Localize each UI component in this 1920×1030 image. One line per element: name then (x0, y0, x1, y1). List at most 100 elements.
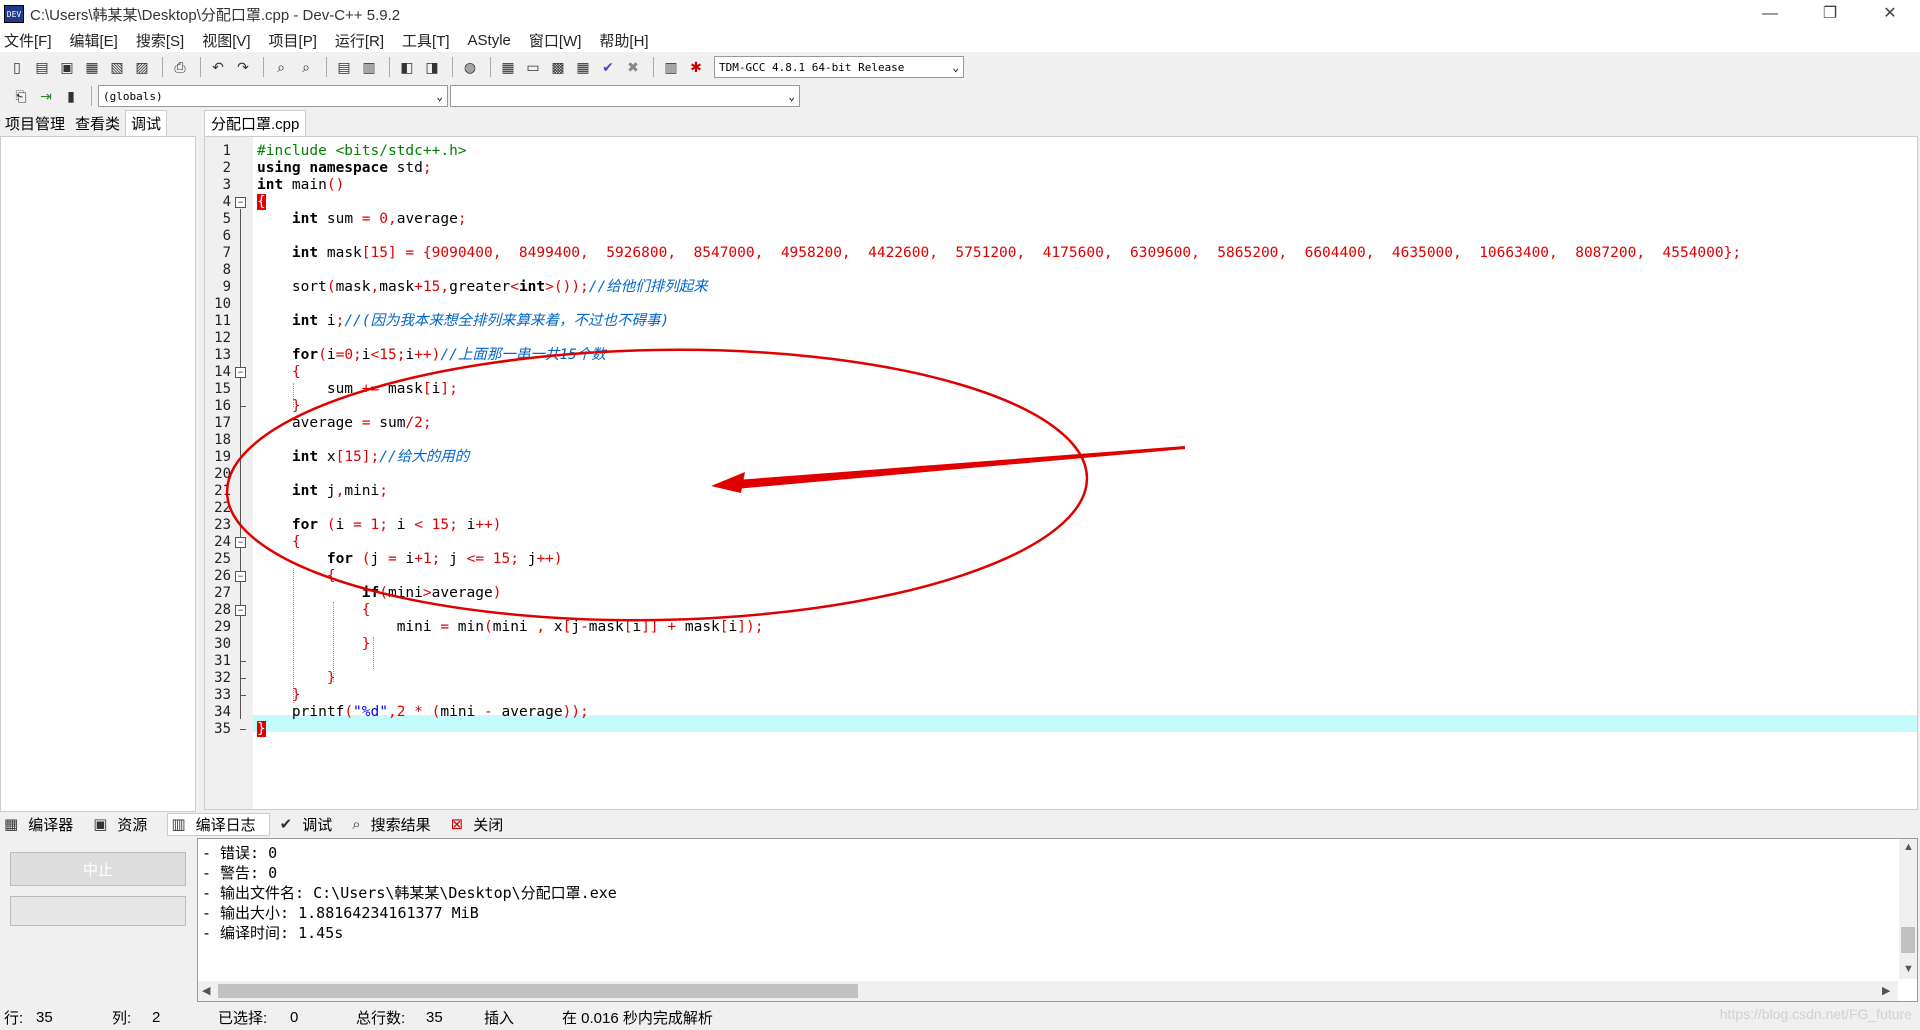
scroll-down-icon[interactable]: ▼ (1903, 963, 1914, 975)
identifier: printf (291, 704, 345, 720)
syntax-check-icon[interactable]: ✔ (597, 56, 619, 78)
tab-debug[interactable]: 调试 (125, 110, 168, 136)
identifier: min (449, 619, 484, 635)
chevron-down-icon: ⌄ (788, 89, 795, 103)
punctuation: ; (379, 483, 388, 499)
line-number: 11 (214, 313, 231, 329)
keyword: int (291, 483, 319, 499)
print-icon[interactable]: ⎙ (169, 56, 191, 78)
tab-resources[interactable]: ▣ 资源 (93, 814, 157, 835)
identifier: greater (449, 279, 511, 295)
goto-icon[interactable]: ⇥ (35, 85, 57, 107)
close-icon[interactable]: ✕ (1860, 0, 1920, 28)
col-label: 列: (112, 1009, 132, 1027)
menu-window[interactable]: 窗口[W] (529, 30, 582, 51)
compiler-select[interactable]: TDM-GCC 4.8.1 64-bit Release ⌄ (714, 56, 964, 78)
tab-classes[interactable]: 查看类 (70, 111, 125, 136)
punctuation: ( (326, 279, 336, 295)
matched-brace: } (257, 721, 266, 737)
line-number: 19 (214, 449, 231, 465)
compiler-icon: ▦ (4, 816, 19, 833)
main-toolbar: ▯ ▤ ▣ ▦ ▧ ▨ ⎙ ↶ ↷ ⌕ ⌕ ▤ ▥ ◧ ◨ ◍ ▦ ▭ ▩ ▦ … (0, 52, 1920, 82)
fold-toggle-icon[interactable]: − (235, 537, 246, 548)
separator (91, 86, 92, 106)
keyword: int (291, 245, 319, 261)
minimize-icon[interactable]: — (1740, 0, 1800, 28)
menu-astyle[interactable]: AStyle (468, 32, 511, 49)
identifier: mini (344, 483, 380, 499)
tab-close[interactable]: ⊠ 关闭 (451, 814, 514, 835)
identifier: i (396, 551, 415, 567)
fold-toggle-icon[interactable]: − (235, 367, 246, 378)
undo-icon[interactable]: ↶ (207, 56, 229, 78)
close-file-icon[interactable]: ▧ (106, 56, 128, 78)
new-file-icon[interactable]: ▯ (6, 56, 28, 78)
stop-button[interactable]: 中止 (10, 852, 186, 886)
debug-icon[interactable]: ✱ (685, 56, 707, 78)
insert-icon[interactable]: ⎗ (10, 85, 32, 107)
rebuild-icon[interactable]: ▦ (572, 56, 594, 78)
bookmark-icon[interactable]: ▥ (358, 56, 380, 78)
restore-icon[interactable]: ❐ (1800, 0, 1860, 28)
compile-icon[interactable]: ▦ (497, 56, 519, 78)
fold-toggle-icon[interactable]: − (235, 197, 246, 208)
code-line-34: printf("%d",2 * (mini - average)); (257, 704, 589, 721)
scroll-thumb[interactable] (1901, 927, 1915, 953)
menu-tools[interactable]: 工具[T] (402, 30, 450, 51)
tab-search-results[interactable]: ⌕ 搜索结果 (352, 814, 440, 835)
line-number: 8 (222, 262, 231, 278)
menu-search[interactable]: 搜索[S] (136, 30, 184, 51)
code-line-16: } (257, 398, 301, 415)
close-all-icon[interactable]: ▨ (131, 56, 153, 78)
menu-project[interactable]: 项目[P] (269, 30, 317, 51)
compile-log[interactable]: - 错误: 0 - 警告: 0 - 输出文件名: C:\Users\韩某某\De… (197, 838, 1918, 1002)
identifier: j (440, 551, 467, 567)
find-icon[interactable]: ⌕ (270, 56, 292, 78)
open-file-icon[interactable]: ▤ (31, 56, 53, 78)
check-icon: ✔ (279, 816, 293, 833)
scroll-up-icon[interactable]: ▲ (1903, 841, 1914, 853)
window-controls: — ❐ ✕ (1740, 0, 1920, 28)
tab-compile-log[interactable]: ▥ 编译日志 (167, 812, 270, 836)
menu-help[interactable]: 帮助[H] (599, 30, 648, 51)
save-all-icon[interactable]: ▦ (81, 56, 103, 78)
clean-icon[interactable]: ✖ (622, 56, 644, 78)
goto-line-icon[interactable]: ▤ (333, 56, 355, 78)
identifier: sum (326, 381, 362, 397)
fold-toggle-icon[interactable]: − (235, 571, 246, 582)
tab-debug-bottom[interactable]: ✔ 调试 (280, 814, 343, 835)
code-area[interactable]: #include <bits/stdc++.h> using namespace… (257, 137, 1917, 809)
unindent-icon[interactable]: ◨ (421, 56, 443, 78)
save-icon[interactable]: ▣ (56, 56, 78, 78)
operator: ,2 * (387, 704, 423, 720)
line-number: 17 (214, 415, 231, 431)
bookmark-toggle-icon[interactable]: ▮ (60, 85, 82, 107)
log-vertical-scrollbar[interactable]: ▲ ▼ (1899, 839, 1917, 979)
tab-file[interactable]: 分配口罩.cpp (204, 110, 307, 136)
member-select[interactable]: ⌄ (450, 85, 800, 107)
menu-view[interactable]: 视图[V] (202, 30, 250, 51)
scroll-left-icon[interactable]: ◀ (202, 984, 210, 997)
redo-icon[interactable]: ↷ (232, 56, 254, 78)
menu-run[interactable]: 运行[R] (335, 30, 384, 51)
brace: } (291, 687, 301, 703)
code-editor[interactable]: 1 2 3 4 5 6 7 8 9 10 11 12 13 14 15 16 1… (204, 136, 1918, 810)
run-icon[interactable]: ▭ (522, 56, 544, 78)
scope-select[interactable]: (globals) ⌄ (98, 85, 448, 107)
compile-controls: 中止 (0, 838, 196, 1004)
log-horizontal-scrollbar[interactable]: ◀ ▶ (198, 981, 1898, 1001)
tab-compiler[interactable]: ▦ 编译器 (4, 814, 83, 835)
compile-run-icon[interactable]: ▩ (547, 56, 569, 78)
toggle-comment-icon[interactable]: ◍ (459, 56, 481, 78)
tab-project[interactable]: 项目管理 (0, 111, 70, 136)
indent-icon[interactable]: ◧ (396, 56, 418, 78)
fold-toggle-icon[interactable]: − (235, 605, 246, 616)
menu-edit[interactable]: 编辑[E] (70, 30, 118, 51)
profile-icon[interactable]: ▥ (660, 56, 682, 78)
scroll-thumb[interactable] (218, 984, 858, 998)
identifier: average (431, 585, 493, 601)
replace-icon[interactable]: ⌕ (295, 56, 317, 78)
scroll-right-icon[interactable]: ▶ (1882, 984, 1890, 997)
menu-file[interactable]: 文件[F] (4, 30, 52, 51)
fold-end (240, 729, 246, 730)
